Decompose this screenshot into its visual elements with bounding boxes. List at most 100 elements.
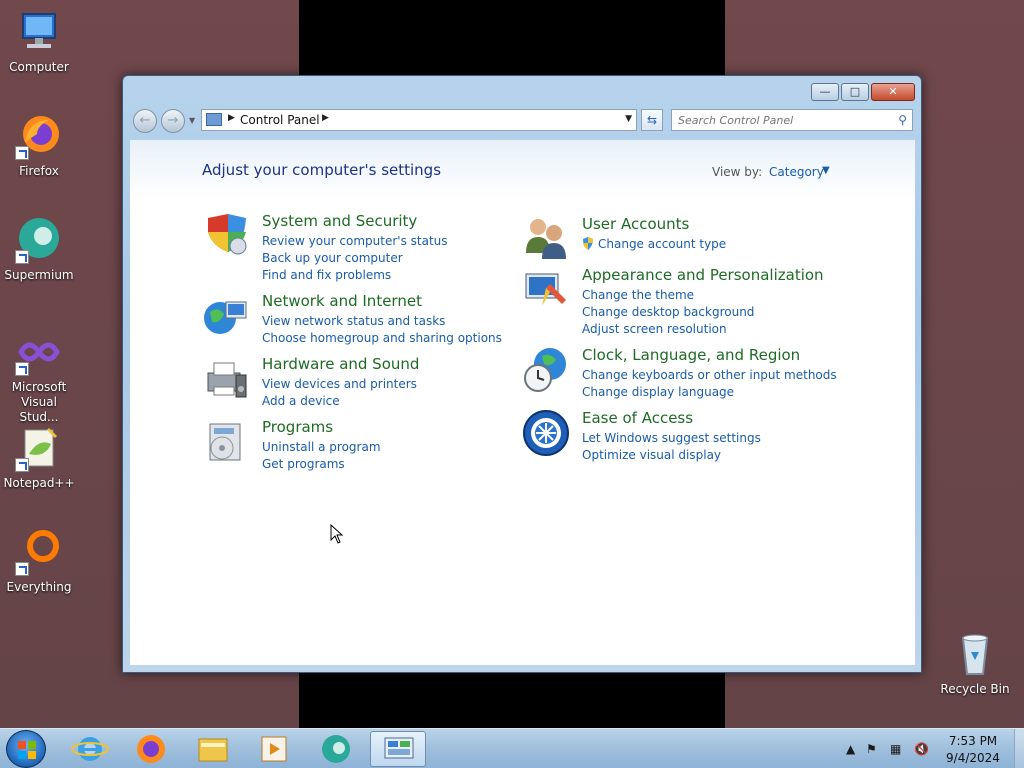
- link-windows-suggest-settings[interactable]: Let Windows suggest settings: [582, 431, 761, 445]
- category-appearance: Appearance and Personalization Change th…: [522, 266, 824, 336]
- desktop-icon-visual-studio[interactable]: Microsoft Visual Stud...: [0, 328, 78, 425]
- link-add-device[interactable]: Add a device: [262, 394, 340, 408]
- control-panel-window: — □ ✕ ← → ▼ ▶ Control Panel ▶ ▼ ⇆ ⚲ Adju…: [122, 75, 922, 673]
- taskbar-internet-explorer[interactable]: [62, 731, 118, 767]
- desktop-icon-supermium[interactable]: Supermium: [0, 216, 78, 283]
- volume-muted-icon[interactable]: 🔇: [914, 742, 929, 756]
- breadcrumb-separator-icon[interactable]: ▶: [228, 113, 235, 123]
- desktop-icon-label: Computer: [9, 60, 69, 74]
- firefox-icon: [137, 735, 165, 763]
- programs-icon[interactable]: [202, 418, 250, 466]
- link-change-account-type[interactable]: Change account type: [598, 237, 726, 251]
- supermium-icon: [15, 216, 63, 264]
- search-input[interactable]: [672, 110, 882, 130]
- notepadpp-icon: [15, 424, 63, 472]
- address-dropdown-icon[interactable]: ▼: [625, 114, 632, 124]
- link-change-keyboards[interactable]: Change keyboards or other input methods: [582, 368, 837, 382]
- caption-buttons: — □ ✕: [809, 83, 915, 101]
- printer-icon[interactable]: [202, 355, 250, 403]
- link-get-programs[interactable]: Get programs: [262, 457, 345, 471]
- refresh-icon: ⇆: [646, 113, 658, 127]
- search-box[interactable]: ⚲: [671, 109, 913, 131]
- desktop-icon-label: Everything: [6, 580, 72, 594]
- start-button[interactable]: [6, 730, 46, 768]
- category-title[interactable]: Ease of Access: [582, 409, 693, 427]
- maximize-button[interactable]: □: [841, 83, 869, 101]
- address-bar[interactable]: ▶ Control Panel ▶ ▼: [201, 109, 637, 131]
- taskbar-firefox[interactable]: [123, 731, 179, 767]
- link-network-status[interactable]: View network status and tasks: [262, 314, 445, 328]
- view-by-dropdown[interactable]: Category: [769, 165, 824, 179]
- link-fix-problems[interactable]: Find and fix problems: [262, 268, 391, 282]
- uac-shield-icon: [582, 237, 594, 250]
- category-title[interactable]: User Accounts: [582, 215, 689, 233]
- refresh-button[interactable]: ⇆: [641, 109, 663, 131]
- taskbar-supermium[interactable]: [308, 731, 364, 767]
- desktop-icon-recycle-bin[interactable]: Recycle Bin: [936, 630, 1014, 697]
- internet-explorer-icon: [71, 737, 109, 761]
- maximize-icon: □: [849, 85, 861, 98]
- category-system-security: System and Security Review your computer…: [202, 212, 512, 282]
- ease-of-access-icon[interactable]: [522, 409, 570, 457]
- breadcrumb-separator-icon[interactable]: ▶: [322, 113, 329, 123]
- desktop-icon-label: Supermium: [4, 268, 74, 282]
- link-change-desktop-background[interactable]: Change desktop background: [582, 305, 754, 319]
- appearance-icon[interactable]: [522, 266, 570, 314]
- desktop-icon-notepadpp[interactable]: Notepad++: [0, 424, 78, 491]
- show-desktop-button[interactable]: [1014, 729, 1024, 768]
- forward-arrow-icon: →: [167, 113, 179, 128]
- link-uninstall-program[interactable]: Uninstall a program: [262, 440, 381, 454]
- users-icon[interactable]: [522, 215, 570, 263]
- shortcut-arrow-icon: [15, 362, 29, 376]
- taskbar-control-panel[interactable]: [370, 731, 426, 767]
- chevron-down-icon[interactable]: ▼: [822, 165, 830, 176]
- category-title[interactable]: System and Security: [262, 212, 417, 230]
- link-optimize-visual-display[interactable]: Optimize visual display: [582, 448, 721, 462]
- taskbar-file-explorer[interactable]: [185, 731, 241, 767]
- control-panel-icon: [206, 113, 222, 126]
- close-button[interactable]: ✕: [871, 83, 915, 101]
- category-network-internet: Network and Internet View network status…: [202, 292, 512, 345]
- media-player-icon: [261, 736, 287, 762]
- link-adjust-resolution[interactable]: Adjust screen resolution: [582, 322, 727, 336]
- nav-arrows: ← → ▼: [133, 108, 197, 134]
- category-ease-of-access: Ease of Access Let Windows suggest setti…: [522, 409, 822, 462]
- desktop-icon-computer[interactable]: Computer: [0, 8, 78, 75]
- page-title: Adjust your computer's settings: [202, 161, 442, 179]
- link-homegroup[interactable]: Choose homegroup and sharing options: [262, 331, 502, 345]
- action-center-flag-icon[interactable]: ⚑: [866, 742, 877, 756]
- shield-icon[interactable]: [202, 212, 250, 260]
- taskbar-media-player[interactable]: [246, 731, 302, 767]
- link-back-up[interactable]: Back up your computer: [262, 251, 403, 265]
- desktop-icon-firefox[interactable]: Firefox: [0, 112, 78, 179]
- back-button[interactable]: ←: [133, 109, 157, 133]
- link-review-status[interactable]: Review your computer's status: [262, 234, 448, 248]
- back-arrow-icon: ←: [139, 113, 151, 128]
- shortcut-arrow-icon: [15, 458, 29, 472]
- breadcrumb-control-panel[interactable]: Control Panel: [240, 113, 320, 127]
- category-hardware-sound: Hardware and Sound View devices and prin…: [202, 355, 512, 408]
- forward-button[interactable]: →: [161, 109, 185, 133]
- category-title[interactable]: Network and Internet: [262, 292, 422, 310]
- recent-pages-dropdown-icon[interactable]: ▼: [189, 116, 195, 125]
- link-change-theme[interactable]: Change the theme: [582, 288, 694, 302]
- category-title[interactable]: Appearance and Personalization: [582, 266, 824, 284]
- clock-globe-icon[interactable]: [522, 346, 570, 394]
- content-pane: Adjust your computer's settings View by:…: [130, 140, 915, 665]
- shortcut-arrow-icon: [15, 146, 29, 160]
- network-globe-icon[interactable]: [202, 292, 250, 340]
- category-title[interactable]: Programs: [262, 418, 333, 436]
- mouse-cursor-icon: [330, 523, 344, 547]
- category-title[interactable]: Hardware and Sound: [262, 355, 419, 373]
- search-icon[interactable]: ⚲: [898, 113, 907, 127]
- link-change-display-language[interactable]: Change display language: [582, 385, 734, 399]
- show-hidden-icons-button[interactable]: ▲: [846, 742, 855, 756]
- link-devices-printers[interactable]: View devices and printers: [262, 377, 417, 391]
- desktop-icon-everything[interactable]: Everything: [0, 528, 78, 595]
- system-clock[interactable]: 7:53 PM 9/4/2024: [938, 733, 1008, 767]
- category-title[interactable]: Clock, Language, and Region: [582, 346, 800, 364]
- network-icon[interactable]: ▦: [890, 742, 901, 756]
- taskbar: ▲ ⚑ ▦ 🔇 7:53 PM 9/4/2024: [0, 728, 1024, 768]
- minimize-button[interactable]: —: [811, 83, 839, 101]
- control-panel-icon: [384, 737, 414, 759]
